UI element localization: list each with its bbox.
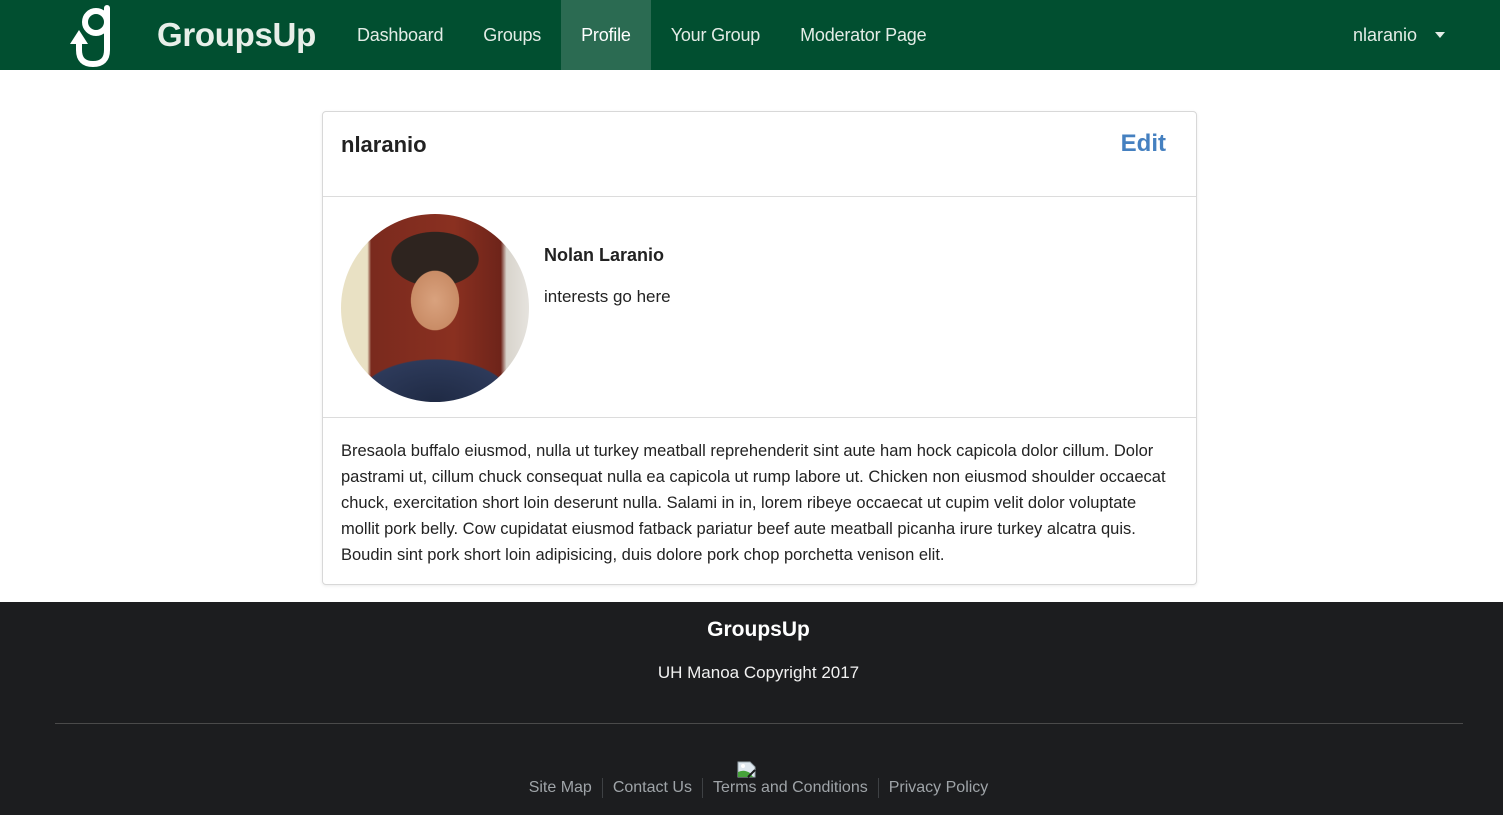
nav-item-your-group[interactable]: Your Group: [651, 0, 780, 70]
nav-item-groups[interactable]: Groups: [463, 0, 561, 70]
profile-username: nlaranio: [341, 132, 427, 157]
footer-link-privacy-policy[interactable]: Privacy Policy: [879, 778, 999, 798]
footer-link-contact-us[interactable]: Contact Us: [603, 778, 702, 798]
caret-down-icon: [1435, 32, 1446, 38]
nav-item-moderator-page[interactable]: Moderator Page: [780, 0, 946, 70]
footer: GroupsUp UH Manoa Copyright 2017 Site Ma…: [0, 602, 1503, 815]
nav-item-dashboard[interactable]: Dashboard: [337, 0, 463, 70]
brand-link[interactable]: GroupsUp: [157, 14, 316, 56]
profile-card-header: nlaranio Edit: [323, 112, 1196, 197]
broken-image-icon: [737, 761, 756, 778]
footer-links: Site Map Contact Us Terms and Conditions…: [0, 778, 1503, 798]
footer-link-site-map[interactable]: Site Map: [519, 778, 602, 798]
nav-item-profile[interactable]: Profile: [561, 0, 651, 70]
avatar: [341, 214, 529, 402]
user-dropdown[interactable]: nlaranio: [1353, 0, 1446, 70]
footer-title: GroupsUp: [707, 618, 810, 641]
profile-full-name: Nolan Laranio: [544, 245, 665, 265]
profile-bio: Bresaola buffalo eiusmod, nulla ut turke…: [341, 442, 1166, 564]
profile-interests: interests go here: [544, 287, 671, 306]
top-navbar: GroupsUp Dashboard Groups Profile Your G…: [0, 0, 1500, 70]
groupsup-logo-icon[interactable]: [66, 2, 120, 68]
edit-profile-link[interactable]: Edit: [1121, 130, 1166, 158]
footer-link-terms[interactable]: Terms and Conditions: [703, 778, 878, 798]
footer-divider: [55, 723, 1463, 724]
nav-menu: Dashboard Groups Profile Your Group Mode…: [337, 0, 946, 70]
footer-copyright: UH Manoa Copyright 2017: [657, 663, 860, 682]
user-dropdown-label: nlaranio: [1353, 24, 1418, 45]
profile-card: nlaranio Edit Nolan Laranio interests go…: [322, 111, 1197, 585]
profile-info: Nolan Laranio interests go here: [323, 197, 1196, 418]
